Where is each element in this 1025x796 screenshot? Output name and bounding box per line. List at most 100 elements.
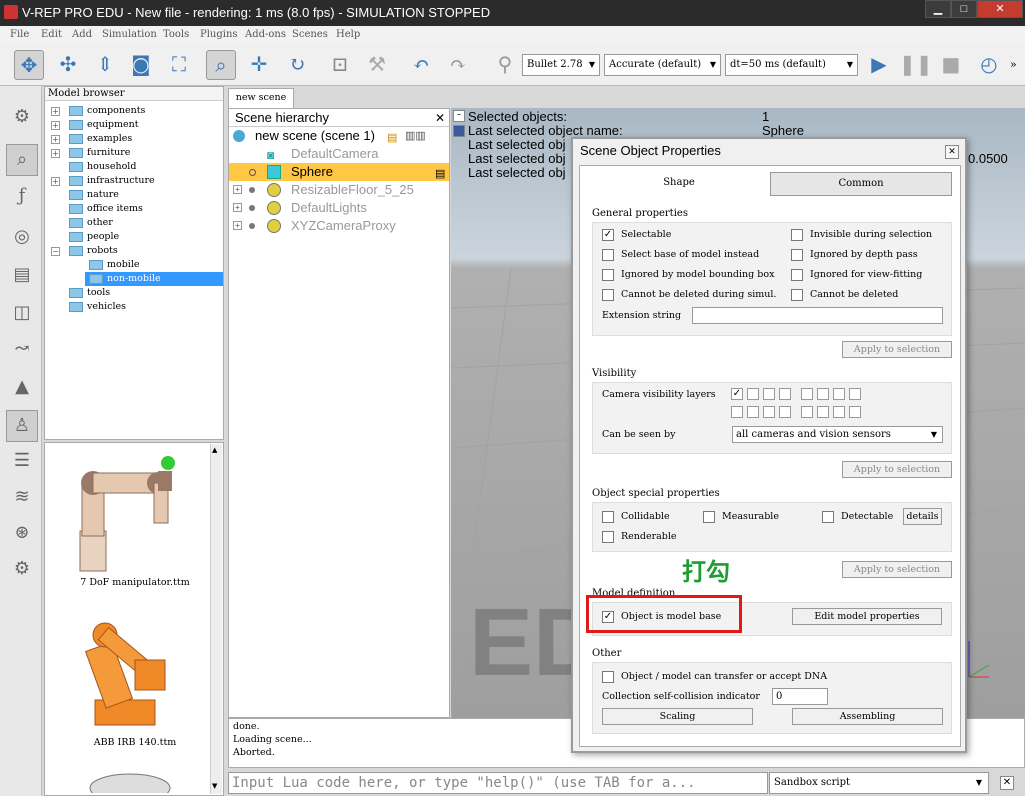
collision-indicator-input[interactable]: 0 bbox=[772, 688, 828, 705]
layer-checkbox[interactable] bbox=[833, 388, 845, 400]
hierarchy-item[interactable]: ◙ DefaultCamera bbox=[229, 145, 449, 163]
ignored-view-checkbox[interactable] bbox=[791, 269, 803, 281]
tree-item[interactable]: nature bbox=[69, 188, 119, 202]
tab-common[interactable]: Common bbox=[770, 172, 952, 196]
scene-hierarchy-icon[interactable]: ☰ bbox=[6, 446, 38, 478]
timestep-select[interactable]: dt=50 ms (default) ▼ bbox=[725, 54, 858, 76]
hierarchy-item[interactable]: + DefaultLights bbox=[229, 199, 449, 217]
tab-new-scene[interactable]: new scene bbox=[228, 88, 294, 108]
accuracy-select[interactable]: Accurate (default) ▼ bbox=[604, 54, 721, 76]
play-icon[interactable]: ▶ bbox=[864, 50, 894, 80]
collapse-info-icon[interactable]: – bbox=[453, 110, 465, 122]
info-toggle-icon[interactable] bbox=[453, 125, 465, 137]
tree-item[interactable]: robots bbox=[69, 244, 118, 258]
transfer-dna-icon[interactable]: ⚒ bbox=[362, 50, 392, 80]
manipulator-thumbnail[interactable] bbox=[60, 451, 210, 576]
close-icon[interactable]: ✕ bbox=[945, 145, 959, 159]
menu-edit[interactable]: Edit bbox=[41, 29, 62, 40]
assemble-icon[interactable]: ⊡ bbox=[325, 50, 355, 80]
layer-checkbox[interactable] bbox=[763, 388, 775, 400]
expand-icon[interactable]: + bbox=[51, 107, 60, 116]
layer-checkbox[interactable] bbox=[801, 406, 813, 418]
dna-checkbox[interactable] bbox=[602, 671, 614, 683]
physics-engine-select[interactable]: Bullet 2.78 ▼ bbox=[522, 54, 600, 76]
layer-checkbox[interactable] bbox=[833, 406, 845, 418]
collections-icon[interactable]: ◎ bbox=[6, 222, 38, 254]
selectable-checkbox[interactable]: ✓ bbox=[602, 229, 614, 241]
layer-checkbox[interactable] bbox=[747, 406, 759, 418]
layer-checkbox[interactable] bbox=[747, 388, 759, 400]
lua-command-input[interactable]: Input Lua code here, or type "help()" (u… bbox=[228, 772, 768, 794]
menu-file[interactable]: File bbox=[10, 29, 29, 40]
gripper-thumbnail[interactable] bbox=[85, 763, 175, 793]
abb-irb140-thumbnail[interactable] bbox=[65, 605, 205, 735]
calculation-modules-icon[interactable]: ƒ bbox=[6, 181, 38, 213]
hierarchy-item[interactable]: + ResizableFloor_5_25 bbox=[229, 181, 449, 199]
video-recorder-icon[interactable]: ⊛ bbox=[6, 518, 38, 550]
maximize-button[interactable]: □ bbox=[951, 0, 977, 18]
user-settings-icon[interactable]: ⚙ bbox=[6, 554, 38, 586]
scaling-button[interactable]: Scaling bbox=[602, 708, 753, 725]
scripts-icon[interactable]: ▤ bbox=[6, 260, 38, 292]
realtime-clock-icon[interactable]: ◴ bbox=[974, 50, 1004, 80]
layer-checkbox[interactable] bbox=[779, 388, 791, 400]
script-select[interactable]: Sandbox script ▼ bbox=[769, 772, 989, 794]
object-shift-icon[interactable]: ✛ bbox=[244, 50, 274, 80]
layer-checkbox[interactable] bbox=[817, 406, 829, 418]
stop-icon[interactable]: ■ bbox=[936, 50, 966, 80]
extension-string-input[interactable] bbox=[692, 307, 943, 324]
menu-plugins[interactable]: Plugins bbox=[200, 29, 238, 40]
layer-checkbox[interactable] bbox=[779, 406, 791, 418]
model-browser-icon[interactable]: ♙ bbox=[6, 410, 38, 442]
camera-rotate-icon[interactable]: ✣ bbox=[53, 50, 83, 80]
measurable-checkbox[interactable] bbox=[703, 511, 715, 523]
invisible-selection-checkbox[interactable] bbox=[791, 229, 803, 241]
layer-checkbox[interactable] bbox=[801, 388, 813, 400]
collidable-checkbox[interactable] bbox=[602, 511, 614, 523]
tree-item[interactable]: tools bbox=[69, 286, 110, 300]
tree-item[interactable]: other bbox=[69, 216, 113, 230]
edit-model-properties-button[interactable]: Edit model properties bbox=[792, 608, 942, 625]
tree-item[interactable]: office items bbox=[69, 202, 143, 216]
simulation-settings-icon[interactable]: ⚙ bbox=[6, 102, 38, 134]
fit-to-view-icon[interactable]: ⛶ bbox=[164, 50, 194, 80]
toolbar-more-icon[interactable]: » bbox=[1010, 58, 1017, 71]
cannot-delete-checkbox[interactable] bbox=[791, 289, 803, 301]
tree-item[interactable]: equipment bbox=[69, 118, 139, 132]
layer-checkbox[interactable] bbox=[731, 406, 743, 418]
expand-icon[interactable]: + bbox=[51, 135, 60, 144]
tree-item[interactable]: people bbox=[69, 230, 119, 244]
camera-icon[interactable]: ◙ bbox=[126, 50, 156, 80]
camera-shift-icon[interactable]: ⇕ bbox=[90, 50, 120, 80]
select-base-checkbox[interactable] bbox=[602, 249, 614, 261]
assembling-button[interactable]: Assembling bbox=[792, 708, 943, 725]
object-rotate-icon[interactable]: ↻ bbox=[282, 50, 312, 80]
expand-icon[interactable]: + bbox=[233, 203, 242, 212]
close-icon[interactable]: ✕ bbox=[435, 111, 445, 125]
collapse-icon[interactable]: − bbox=[51, 247, 60, 256]
tree-item[interactable]: components bbox=[69, 104, 145, 118]
apply-general-button[interactable]: Apply to selection bbox=[842, 341, 952, 358]
shapes-edit-icon[interactable]: ◫ bbox=[6, 298, 38, 330]
tree-item[interactable]: examples bbox=[69, 132, 132, 146]
layer-checkbox[interactable] bbox=[817, 388, 829, 400]
apply-visibility-button[interactable]: Apply to selection bbox=[842, 461, 952, 478]
layer-checkbox[interactable]: ✓ bbox=[731, 388, 743, 400]
expand-icon[interactable]: + bbox=[51, 177, 60, 186]
tree-item[interactable]: furniture bbox=[69, 146, 130, 160]
path-edit-icon[interactable]: ↝ bbox=[6, 334, 38, 366]
tree-item[interactable]: household bbox=[69, 160, 136, 174]
layers-icon[interactable]: ≋ bbox=[6, 482, 38, 514]
click-select-icon[interactable]: ⌕ bbox=[206, 50, 236, 80]
ignored-depth-checkbox[interactable] bbox=[791, 249, 803, 261]
menu-addons[interactable]: Add-ons bbox=[245, 29, 286, 40]
layer-checkbox[interactable] bbox=[763, 406, 775, 418]
selection-icon[interactable]: ⌕ bbox=[6, 144, 38, 176]
scroll-up-icon[interactable]: ▲ bbox=[212, 446, 217, 454]
pause-icon[interactable]: ❚❚ bbox=[899, 50, 933, 80]
hierarchy-item-selected[interactable]: Sphere ▤ bbox=[229, 163, 449, 181]
thumbnails-scrollbar[interactable]: ▲ ▼ bbox=[210, 444, 222, 794]
cannot-delete-sim-checkbox[interactable] bbox=[602, 289, 614, 301]
layer-checkbox[interactable] bbox=[849, 406, 861, 418]
dynamics-icon[interactable]: ⚲ bbox=[490, 50, 520, 80]
